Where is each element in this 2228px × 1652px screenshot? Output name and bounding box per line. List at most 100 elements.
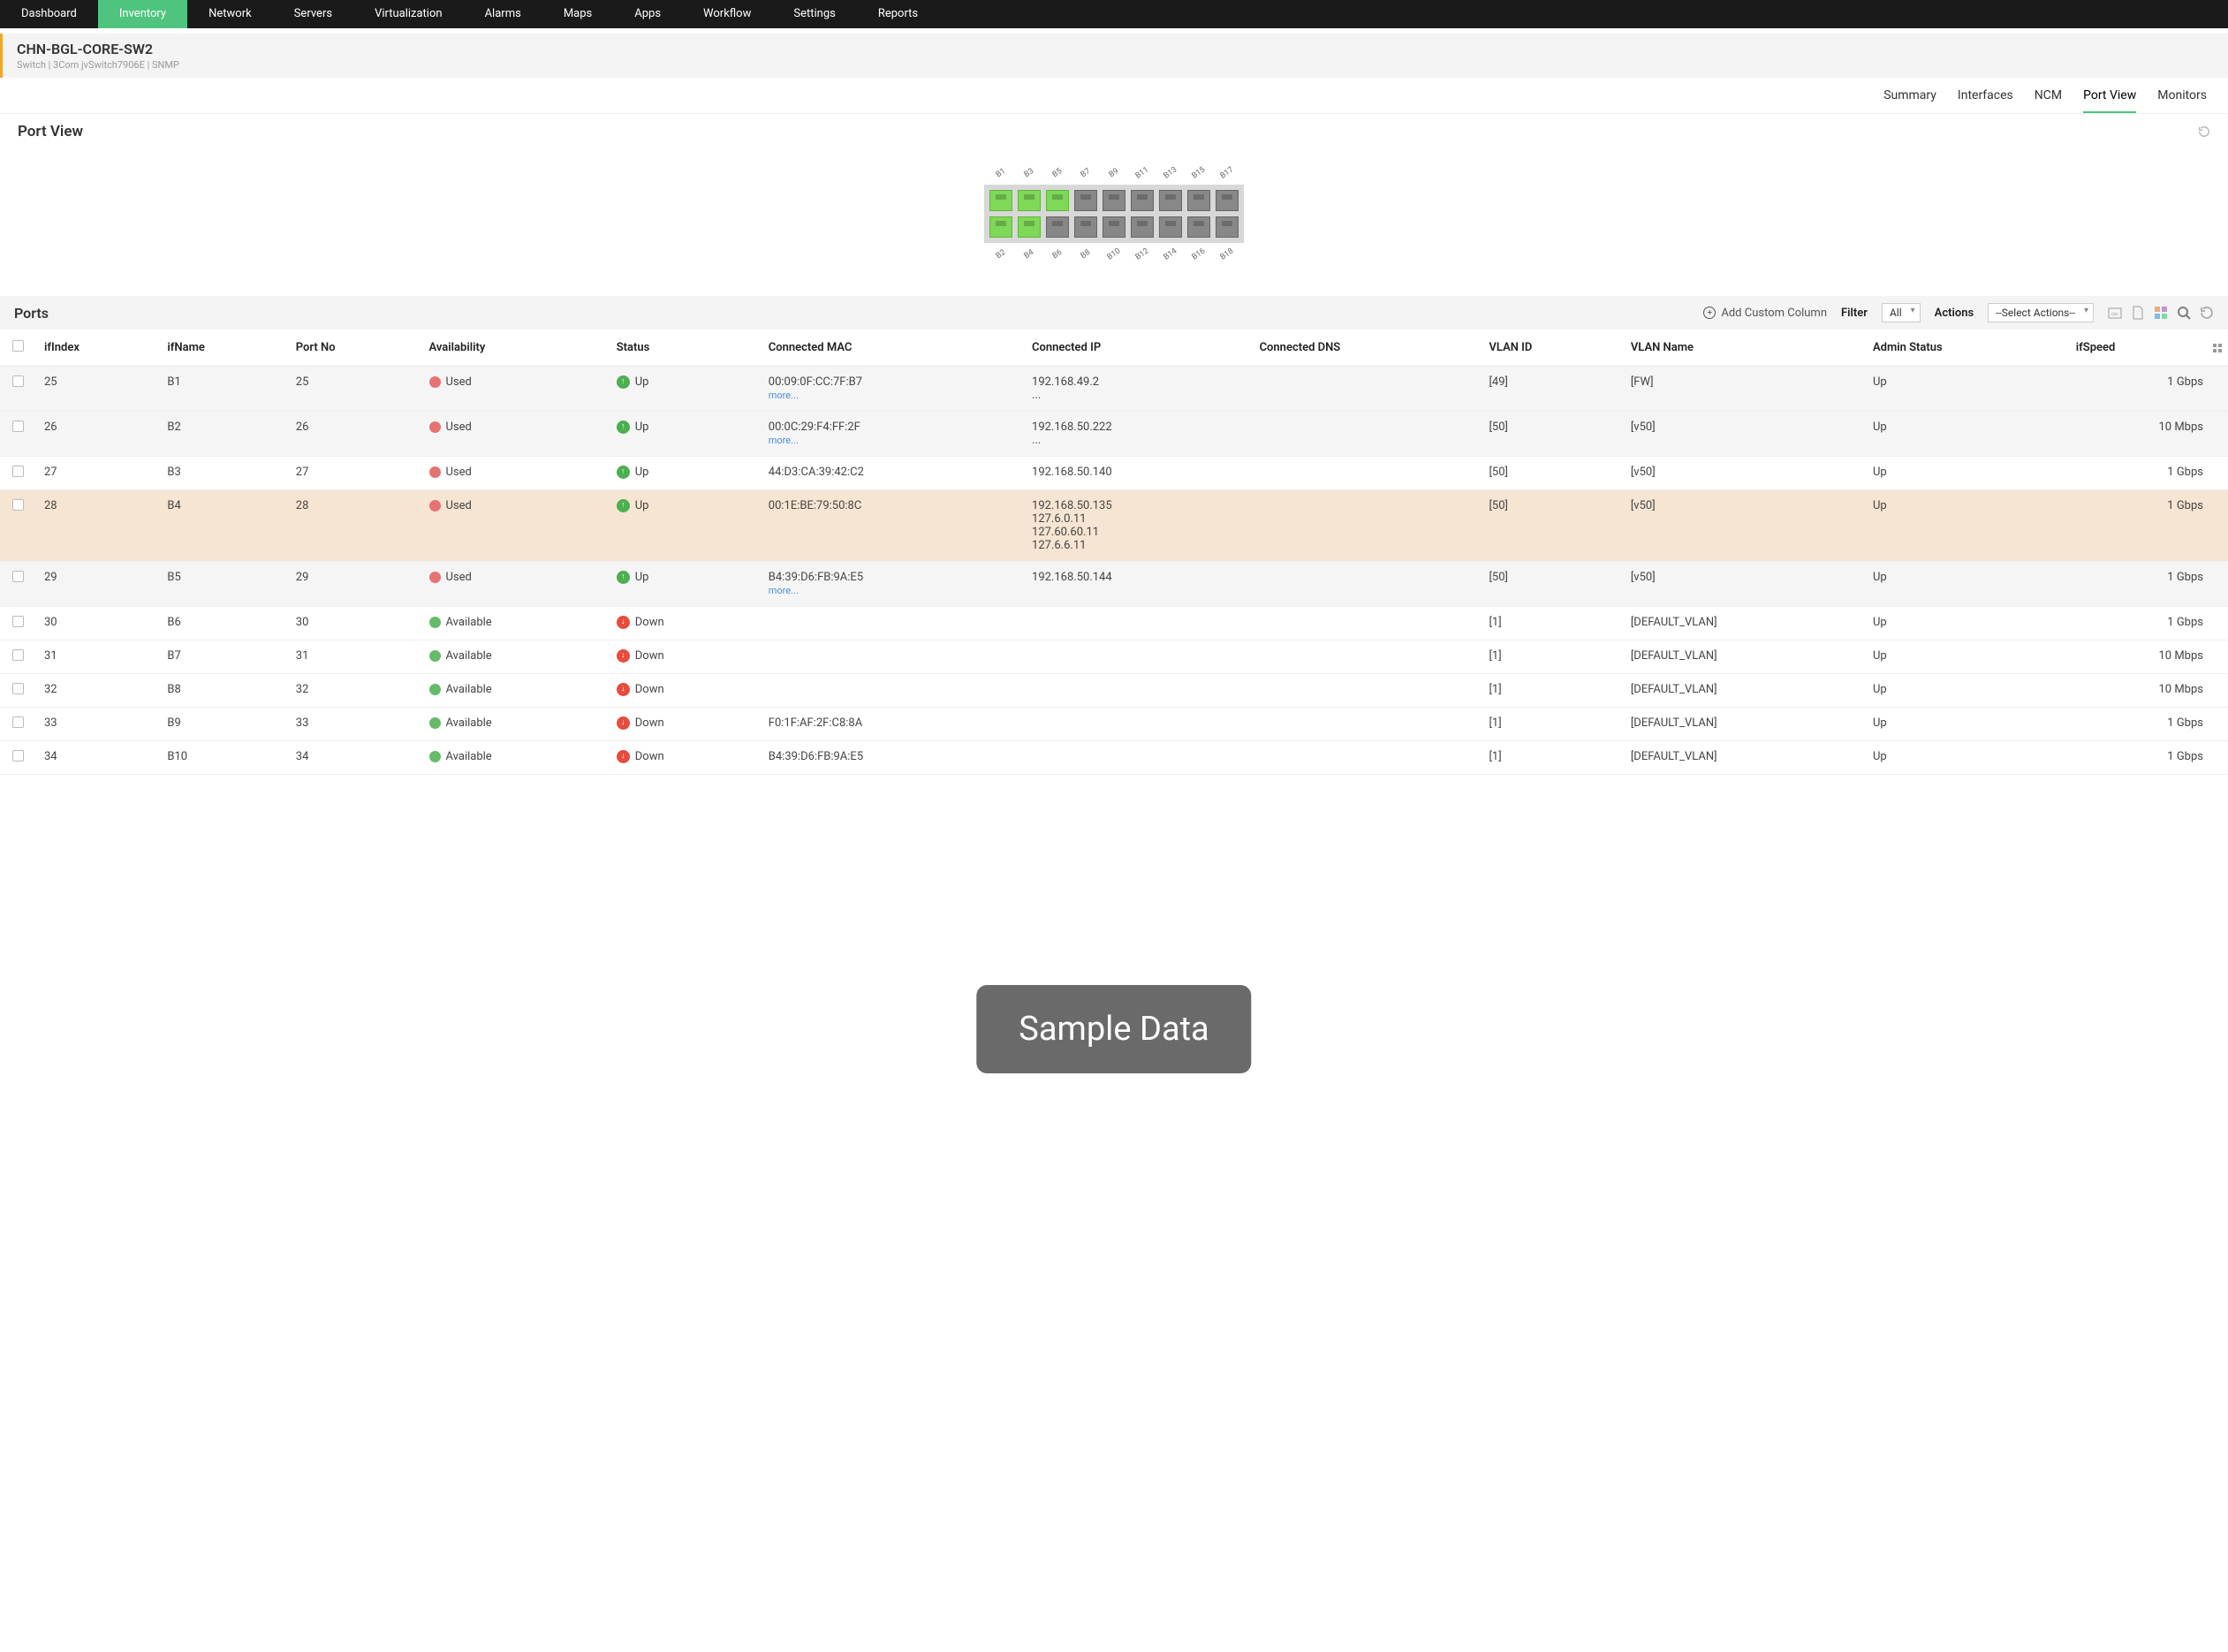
ports-title: Ports — [14, 305, 49, 322]
row-checkbox[interactable] — [12, 649, 24, 661]
nav-network[interactable]: Network — [187, 0, 273, 28]
status-icon: ↑ — [617, 466, 630, 479]
table-row: 32B832Available↓Down[1][DEFAULT_VLAN]Up1… — [0, 674, 2228, 708]
nav-apps[interactable]: Apps — [613, 0, 682, 28]
more-link[interactable]: more... — [769, 585, 799, 596]
actions-select[interactable]: --Select Actions-- — [1988, 303, 2094, 322]
availability-dot — [429, 376, 441, 388]
availability-dot — [429, 572, 441, 583]
portview-title: Port View — [18, 123, 83, 140]
nav-alarms[interactable]: Alarms — [464, 0, 542, 28]
col-header[interactable]: ifSpeed — [2067, 330, 2212, 367]
nav-reports[interactable]: Reports — [857, 0, 939, 28]
top-nav: DashboardInventoryNetworkServersVirtuali… — [0, 0, 2228, 28]
tab-interfaces[interactable]: Interfaces — [1958, 88, 2013, 113]
col-header[interactable]: ifName — [158, 330, 286, 367]
nav-servers[interactable]: Servers — [273, 0, 353, 28]
col-header[interactable]: Availability — [421, 330, 608, 367]
port-cell[interactable] — [1046, 216, 1069, 238]
port-label: B15 — [1186, 163, 1210, 183]
nav-virtualization[interactable]: Virtualization — [353, 0, 464, 28]
port-cell[interactable] — [1074, 190, 1097, 211]
col-header[interactable]: Port No — [287, 330, 421, 367]
port-cell[interactable] — [1159, 190, 1182, 211]
row-checkbox[interactable] — [12, 499, 24, 511]
port-cell[interactable] — [1074, 216, 1097, 238]
port-diagram: B1B3B5B7B9B11B13B15B17 B2B4B6B8B10B12B14… — [0, 149, 2228, 296]
port-cell[interactable] — [1187, 190, 1210, 211]
nav-inventory[interactable]: Inventory — [98, 0, 187, 28]
row-checkbox[interactable] — [12, 375, 24, 387]
export-pdf-icon[interactable] — [2131, 306, 2145, 320]
filter-select[interactable]: All — [1882, 303, 1921, 322]
port-label: B2 — [989, 244, 1012, 264]
select-all-checkbox[interactable] — [12, 340, 24, 352]
tab-port-view[interactable]: Port View — [2083, 88, 2136, 113]
nav-settings[interactable]: Settings — [772, 0, 856, 28]
nav-workflow[interactable]: Workflow — [682, 0, 772, 28]
ip-more: ... — [1032, 434, 1041, 447]
port-cell[interactable] — [1131, 190, 1154, 211]
ports-table: ifIndexifNamePort NoAvailabilityStatusCo… — [0, 330, 2228, 775]
table-row: 30B630Available↓Down[1][DEFAULT_VLAN]Up1… — [0, 607, 2228, 640]
watermark: Sample Data — [976, 985, 1251, 1073]
row-checkbox[interactable] — [12, 571, 24, 582]
export-csv-icon[interactable]: csv — [2108, 306, 2122, 320]
status-icon: ↓ — [617, 750, 630, 763]
port-cell[interactable] — [1103, 216, 1125, 238]
port-cell[interactable] — [1216, 216, 1239, 238]
column-settings-icon[interactable] — [2212, 343, 2228, 353]
col-header[interactable]: Connected IP — [1023, 330, 1251, 367]
tab-monitors[interactable]: Monitors — [2157, 88, 2207, 113]
status-icon: ↑ — [617, 375, 630, 389]
row-checkbox[interactable] — [12, 683, 24, 694]
more-link[interactable]: more... — [769, 390, 799, 401]
port-label: B13 — [1158, 163, 1182, 183]
port-label: B1 — [989, 163, 1012, 183]
port-cell[interactable] — [1187, 216, 1210, 238]
port-label: B5 — [1045, 163, 1069, 183]
status-icon: ↓ — [617, 616, 630, 629]
add-custom-column[interactable]: + Add Custom Column — [1703, 307, 1827, 320]
port-cell[interactable] — [1046, 190, 1069, 211]
port-cell[interactable] — [1103, 190, 1125, 211]
port-label: B11 — [1130, 163, 1154, 183]
port-cell[interactable] — [1018, 216, 1041, 238]
nav-dashboard[interactable]: Dashboard — [0, 0, 98, 28]
search-icon[interactable] — [2177, 306, 2191, 320]
col-header[interactable]: Status — [608, 330, 760, 367]
port-cell[interactable] — [1131, 216, 1154, 238]
row-checkbox[interactable] — [12, 616, 24, 627]
more-link[interactable]: more... — [769, 435, 799, 446]
table-row: 28B428Used↑Up00:1E:BE:79:50:8C192.168.50… — [0, 490, 2228, 562]
col-header[interactable]: VLAN Name — [1622, 330, 1864, 367]
row-checkbox[interactable] — [12, 750, 24, 762]
port-cell[interactable] — [1159, 216, 1182, 238]
refresh-icon[interactable] — [2198, 125, 2210, 138]
row-checkbox[interactable] — [12, 466, 24, 477]
port-label: B14 — [1158, 244, 1182, 264]
col-header[interactable]: VLAN ID — [1480, 330, 1621, 367]
nav-maps[interactable]: Maps — [542, 0, 613, 28]
port-label: B7 — [1073, 163, 1097, 183]
plus-icon: + — [1703, 307, 1716, 319]
port-cell[interactable] — [1216, 190, 1239, 211]
row-checkbox[interactable] — [12, 716, 24, 728]
port-label: B10 — [1102, 244, 1125, 264]
status-icon: ↓ — [617, 649, 630, 663]
grid-view-icon[interactable] — [2154, 306, 2168, 320]
col-header[interactable]: ifIndex — [35, 330, 158, 367]
port-cell[interactable] — [989, 216, 1012, 238]
port-label: B18 — [1215, 244, 1239, 264]
tab-summary[interactable]: Summary — [1883, 88, 1936, 113]
col-header[interactable]: Connected MAC — [760, 330, 1023, 367]
row-checkbox[interactable] — [12, 421, 24, 432]
col-header[interactable]: Admin Status — [1864, 330, 2067, 367]
port-cell[interactable] — [1018, 190, 1041, 211]
tab-ncm[interactable]: NCM — [2035, 88, 2062, 113]
table-row: 31B731Available↓Down[1][DEFAULT_VLAN]Up1… — [0, 640, 2228, 674]
refresh-icon[interactable] — [2200, 306, 2214, 320]
port-cell[interactable] — [989, 190, 1012, 211]
ports-toolbar: Ports + Add Custom Column Filter All Act… — [0, 296, 2228, 330]
col-header[interactable]: Connected DNS — [1251, 330, 1481, 367]
